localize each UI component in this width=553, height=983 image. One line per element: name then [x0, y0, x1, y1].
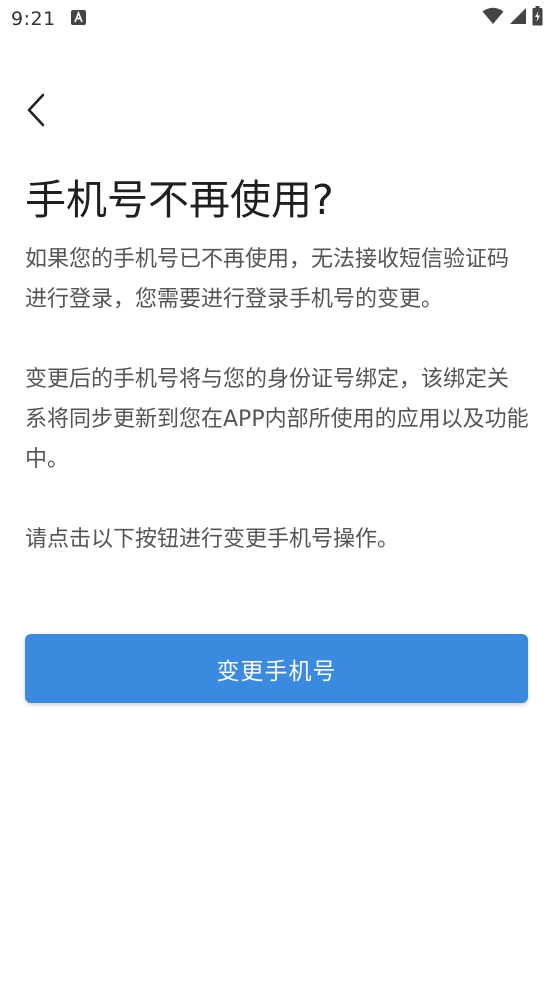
status-bar: 9:21 — [0, 0, 553, 40]
description: 如果您的手机号已不再使用，无法接收短信验证码进行登录，您需要进行登录手机号的变更… — [25, 240, 530, 560]
status-icons — [482, 6, 543, 30]
change-phone-button[interactable]: 变更手机号 — [25, 634, 528, 703]
chevron-left-icon — [26, 93, 46, 131]
description-paragraph-3: 请点击以下按钮进行变更手机号操作。 — [25, 527, 400, 552]
description-paragraph-1: 如果您的手机号已不再使用，无法接收短信验证码进行登录，您需要进行登录手机号的变更… — [25, 247, 510, 312]
app-notification-icon — [71, 10, 86, 25]
status-time: 9:21 — [11, 8, 56, 30]
wifi-icon — [482, 7, 504, 29]
back-button[interactable] — [18, 92, 54, 132]
description-paragraph-2: 变更后的手机号将与您的身份证号绑定，该绑定关系将同步更新到您在APP内部所使用的… — [25, 367, 529, 472]
page-title: 手机号不再使用? — [25, 176, 334, 224]
signal-icon — [509, 7, 527, 29]
battery-icon — [532, 6, 543, 30]
